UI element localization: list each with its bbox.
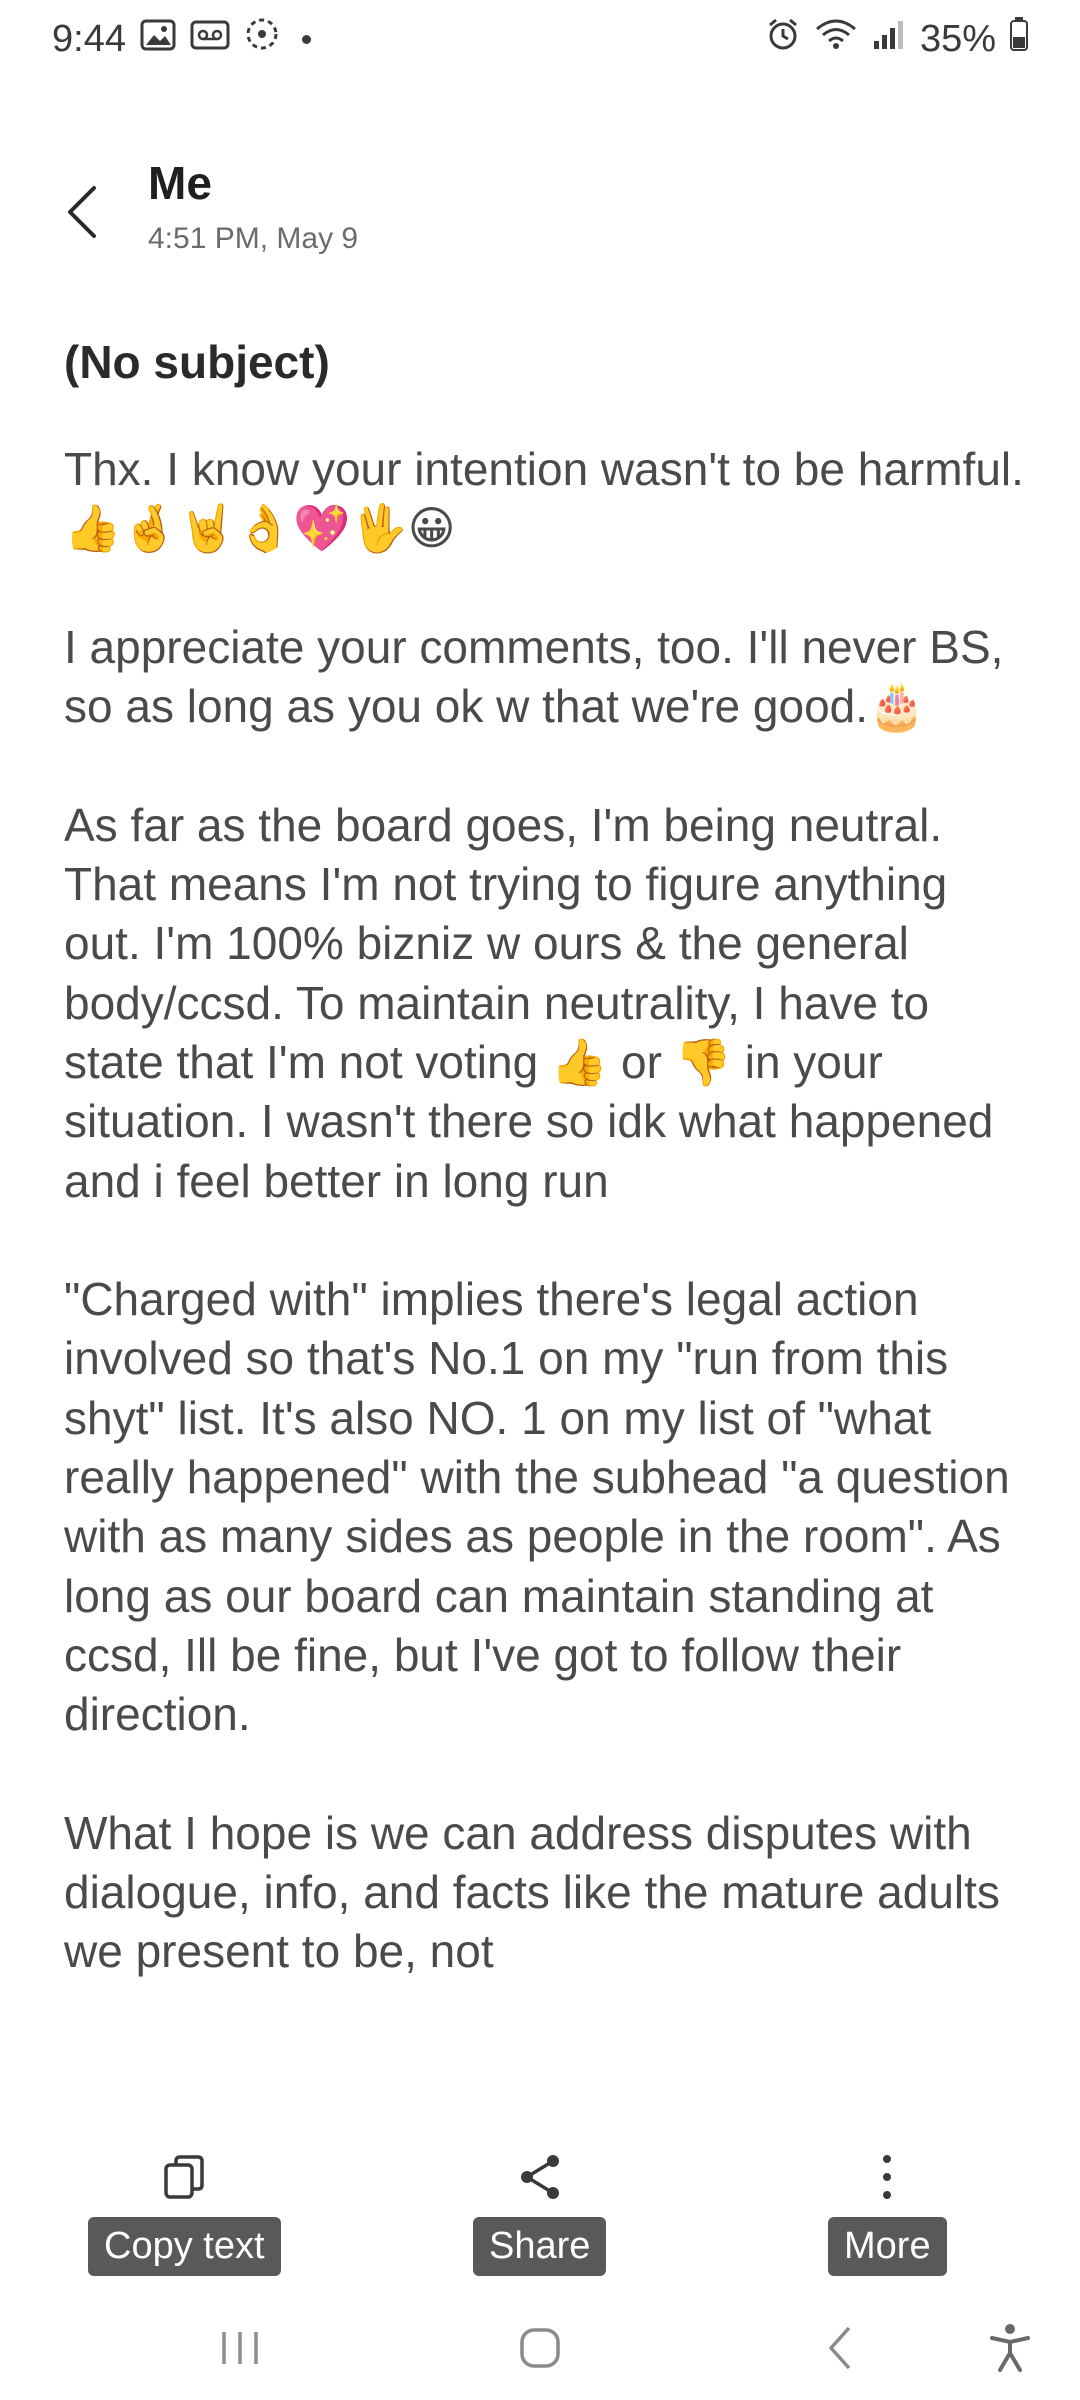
message-paragraph: "Charged with" implies there's legal act… (64, 1273, 1023, 1741)
message-paragraph: What I hope is we can address disputes w… (64, 1806, 1013, 1978)
message-datetime: 4:51 PM, May 9 (148, 222, 359, 255)
wifi-icon (814, 17, 858, 61)
copy-text-button[interactable]: Copy text (88, 2145, 281, 2276)
accessibility-icon[interactable] (980, 2318, 1040, 2378)
action-bar: Copy text Share More (0, 2125, 1080, 2276)
message-body: Thx. I know your intention wasn't to be … (64, 440, 1034, 2115)
recents-icon[interactable] (210, 2318, 270, 2378)
status-time: 9:44 (52, 17, 126, 60)
alarm-icon (766, 17, 800, 61)
voicemail-icon (190, 18, 230, 61)
status-bar: 9:44 35% (0, 0, 1080, 78)
copy-text-label: Copy text (88, 2217, 281, 2276)
share-button[interactable]: Share (473, 2145, 607, 2276)
battery-icon (1010, 17, 1028, 61)
share-icon (517, 2145, 563, 2209)
back-icon[interactable] (815, 2318, 865, 2378)
message-subject: (No subject) (64, 336, 330, 388)
message-paragraph: As far as the board goes, I'm being neut… (64, 798, 1007, 1207)
copy-icon (162, 2145, 206, 2209)
notification-dot (301, 34, 311, 44)
more-button[interactable]: More (828, 2145, 947, 2276)
signal-icon (872, 18, 906, 61)
message-header: Me 4:51 PM, May 9 (0, 150, 1080, 280)
back-chevron-icon[interactable] (52, 172, 112, 252)
gallery-icon (140, 18, 176, 61)
sender-name: Me (148, 157, 212, 209)
more-label: More (828, 2217, 947, 2276)
more-vertical-icon (880, 2145, 894, 2209)
message-paragraph: Thx. I know your intention wasn't to be … (64, 443, 1024, 555)
battery-percent: 35% (919, 17, 996, 60)
home-icon[interactable] (510, 2318, 570, 2378)
system-navigation-bar (0, 2290, 1080, 2400)
message-paragraph: I appreciate your comments, too. I'll ne… (64, 620, 1017, 733)
sync-icon (244, 16, 280, 62)
share-label: Share (473, 2217, 607, 2276)
